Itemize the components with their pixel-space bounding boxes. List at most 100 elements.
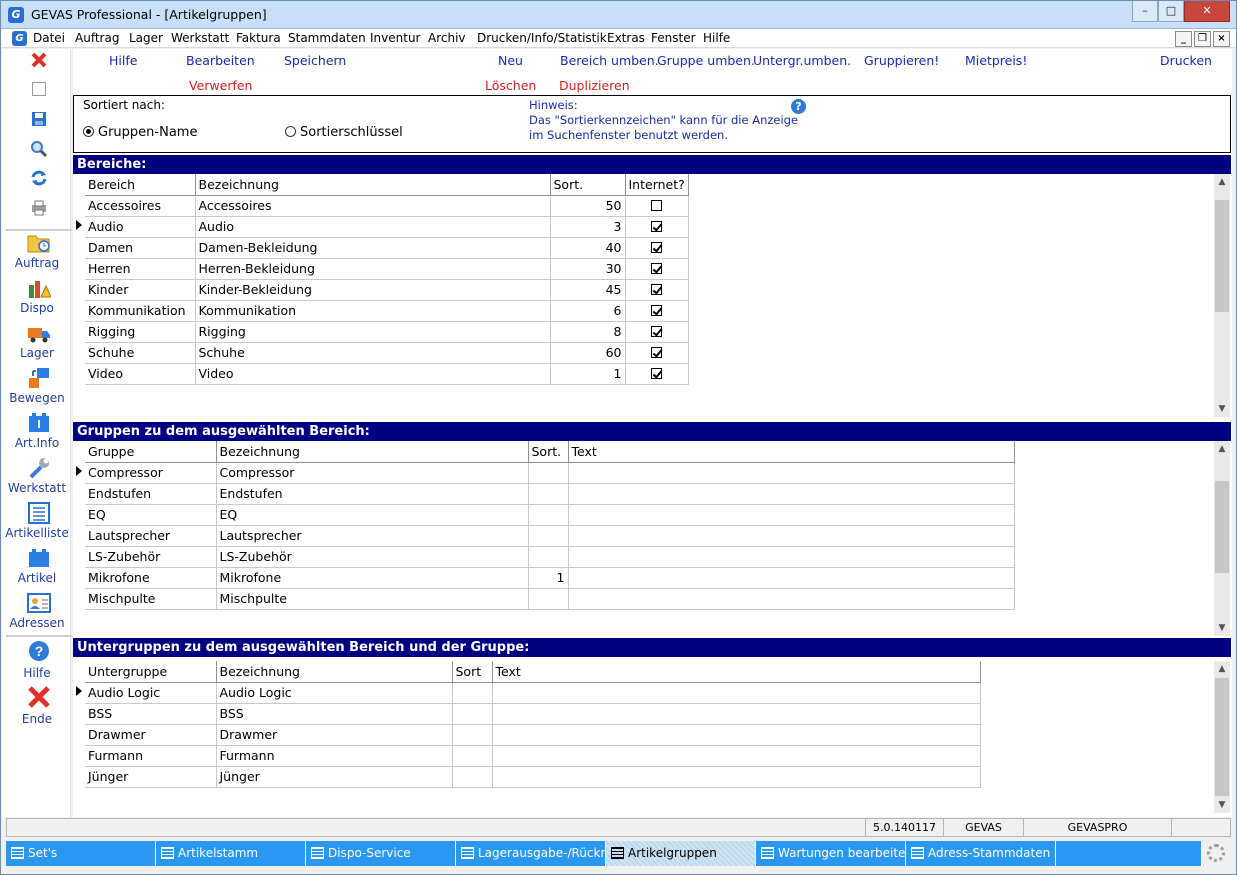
task-wartungen[interactable]: Wartungen bearbeiten [756, 841, 906, 866]
scroll-up-icon[interactable]: ▲ [1214, 174, 1230, 190]
cell-sort[interactable]: 6 [550, 300, 626, 322]
menu-faktura[interactable]: Faktura [236, 31, 281, 45]
folder-clock-icon[interactable] [27, 232, 51, 254]
col-bezeichnung[interactable]: Bezeichnung [216, 441, 529, 463]
cell-bezeichnung[interactable]: Drawmer [216, 724, 453, 746]
table-row[interactable]: Drawmer Drawmer [73, 724, 981, 746]
scroll-thumb[interactable] [1215, 481, 1229, 573]
cell-bereich[interactable]: Accessoires [85, 195, 196, 217]
table-row[interactable]: Kinder Kinder-Bekleidung 45 [73, 279, 689, 301]
cell-bezeichnung[interactable]: Audio [195, 216, 551, 238]
cell-text[interactable] [568, 504, 1015, 526]
gruppieren-button[interactable]: Gruppieren! [864, 53, 939, 68]
cell-sort[interactable] [528, 588, 569, 610]
internet-checkbox[interactable] [651, 242, 663, 253]
cell-bereich[interactable]: Damen [85, 237, 196, 259]
mdi-doc-icon[interactable]: G [12, 31, 27, 46]
cell-sort[interactable] [452, 703, 493, 725]
cell-internet[interactable] [625, 258, 689, 280]
internet-checkbox[interactable] [651, 263, 663, 274]
sidebar-item-artikel[interactable]: Artikel [2, 571, 72, 585]
col-gruppe[interactable]: Gruppe [85, 441, 217, 463]
internet-checkbox[interactable] [651, 200, 663, 211]
sidebar-item-auftrag[interactable]: Auftrag [2, 256, 72, 270]
col-bezeichnung[interactable]: Bezeichnung [195, 174, 551, 196]
maximize-button[interactable]: □ [1158, 1, 1184, 22]
col-sort[interactable]: Sort. [528, 441, 569, 463]
move-arrows-icon[interactable] [27, 367, 51, 389]
table-row[interactable]: EQ EQ [73, 504, 1015, 526]
refresh-icon[interactable] [30, 169, 48, 187]
cell-sort[interactable]: 45 [550, 279, 626, 301]
close-button[interactable]: ✕ [1184, 1, 1230, 22]
menu-lager[interactable]: Lager [129, 31, 163, 45]
print-icon[interactable] [30, 199, 48, 217]
info-box-icon[interactable] [27, 412, 51, 434]
table-row[interactable]: Audio Logic Audio Logic [73, 682, 981, 704]
cell-gruppe[interactable]: Lautsprecher [85, 525, 217, 547]
task-lagerausgabe[interactable]: Lagerausgabe-/Rückn... [456, 841, 606, 866]
sidebar-item-ende[interactable]: Ende [2, 712, 72, 726]
loeschen-button[interactable]: Löschen [485, 78, 536, 93]
cell-bezeichnung[interactable]: Damen-Bekleidung [195, 237, 551, 259]
table-row[interactable]: Damen Damen-Bekleidung 40 [73, 237, 689, 259]
menu-stammdaten[interactable]: Stammdaten [288, 31, 366, 45]
table-row[interactable]: Compressor Compressor [73, 462, 1015, 484]
cell-bereich[interactable]: Herren [85, 258, 196, 280]
table-row[interactable]: Kommunikation Kommunikation 6 [73, 300, 689, 322]
cell-bereich[interactable]: Rigging [85, 321, 196, 343]
cell-bezeichnung[interactable]: Mikrofone [216, 567, 529, 589]
cell-sort[interactable] [528, 483, 569, 505]
wrench-icon[interactable] [27, 457, 51, 479]
cell-bezeichnung[interactable]: BSS [216, 703, 453, 725]
cell-text[interactable] [492, 766, 981, 788]
list-icon[interactable] [27, 502, 51, 524]
cell-bereich[interactable]: Audio [85, 216, 196, 238]
menu-fenster[interactable]: Fenster [651, 31, 696, 45]
cell-untergruppe[interactable]: Jünger [85, 766, 217, 788]
cell-internet[interactable] [625, 279, 689, 301]
cell-sort[interactable] [528, 504, 569, 526]
cell-text[interactable] [568, 588, 1015, 610]
cell-gruppe[interactable]: Mischpulte [85, 588, 217, 610]
table-row[interactable]: BSS BSS [73, 703, 981, 725]
col-text[interactable]: Text [492, 661, 981, 683]
cell-bereich[interactable]: Kommunikation [85, 300, 196, 322]
speichern-button[interactable]: Speichern [284, 53, 346, 68]
cell-bereich[interactable]: Schuhe [85, 342, 196, 364]
col-text[interactable]: Text [568, 441, 1015, 463]
table-row[interactable]: Lautsprecher Lautsprecher [73, 525, 1015, 547]
cell-text[interactable] [492, 745, 981, 767]
cell-internet[interactable] [625, 300, 689, 322]
cell-bezeichnung[interactable]: EQ [216, 504, 529, 526]
search-icon[interactable] [30, 140, 48, 158]
cell-bezeichnung[interactable]: Lautsprecher [216, 525, 529, 547]
menu-datei[interactable]: Datei [33, 31, 65, 45]
neu-button[interactable]: Neu [498, 53, 523, 68]
cell-bezeichnung[interactable]: Compressor [216, 462, 529, 484]
new-doc-icon[interactable] [31, 81, 47, 97]
cell-untergruppe[interactable]: BSS [85, 703, 217, 725]
cell-text[interactable] [568, 567, 1015, 589]
table-row[interactable]: Mischpulte Mischpulte [73, 588, 1015, 610]
table-row[interactable]: Furmann Furmann [73, 745, 981, 767]
radio-sortierschluessel[interactable]: Sortierschlüssel [285, 125, 403, 140]
table-row[interactable]: Video Video 1 [73, 363, 689, 385]
cell-internet[interactable] [625, 216, 689, 238]
table-row[interactable]: Herren Herren-Bekleidung 30 [73, 258, 689, 280]
col-internet[interactable]: Internet? [625, 174, 689, 196]
cell-text[interactable] [568, 462, 1015, 484]
cell-untergruppe[interactable]: Drawmer [85, 724, 217, 746]
cell-sort[interactable]: 1 [528, 567, 569, 589]
bereiche-scrollbar[interactable]: ▲ ▼ [1214, 174, 1230, 417]
scroll-down-icon[interactable]: ▼ [1214, 401, 1230, 417]
truck-icon[interactable] [27, 322, 51, 344]
col-sort[interactable]: Sort. [550, 174, 626, 196]
scroll-up-icon[interactable]: ▲ [1214, 441, 1230, 457]
drucken-button[interactable]: Drucken [1160, 53, 1212, 68]
cell-bezeichnung[interactable]: Accessoires [195, 195, 551, 217]
duplizieren-button[interactable]: Duplizieren [559, 78, 630, 93]
cell-sort[interactable]: 40 [550, 237, 626, 259]
bereich-umbenennen-button[interactable]: Bereich umben. [560, 53, 659, 68]
help-icon[interactable]: ? [791, 99, 806, 114]
